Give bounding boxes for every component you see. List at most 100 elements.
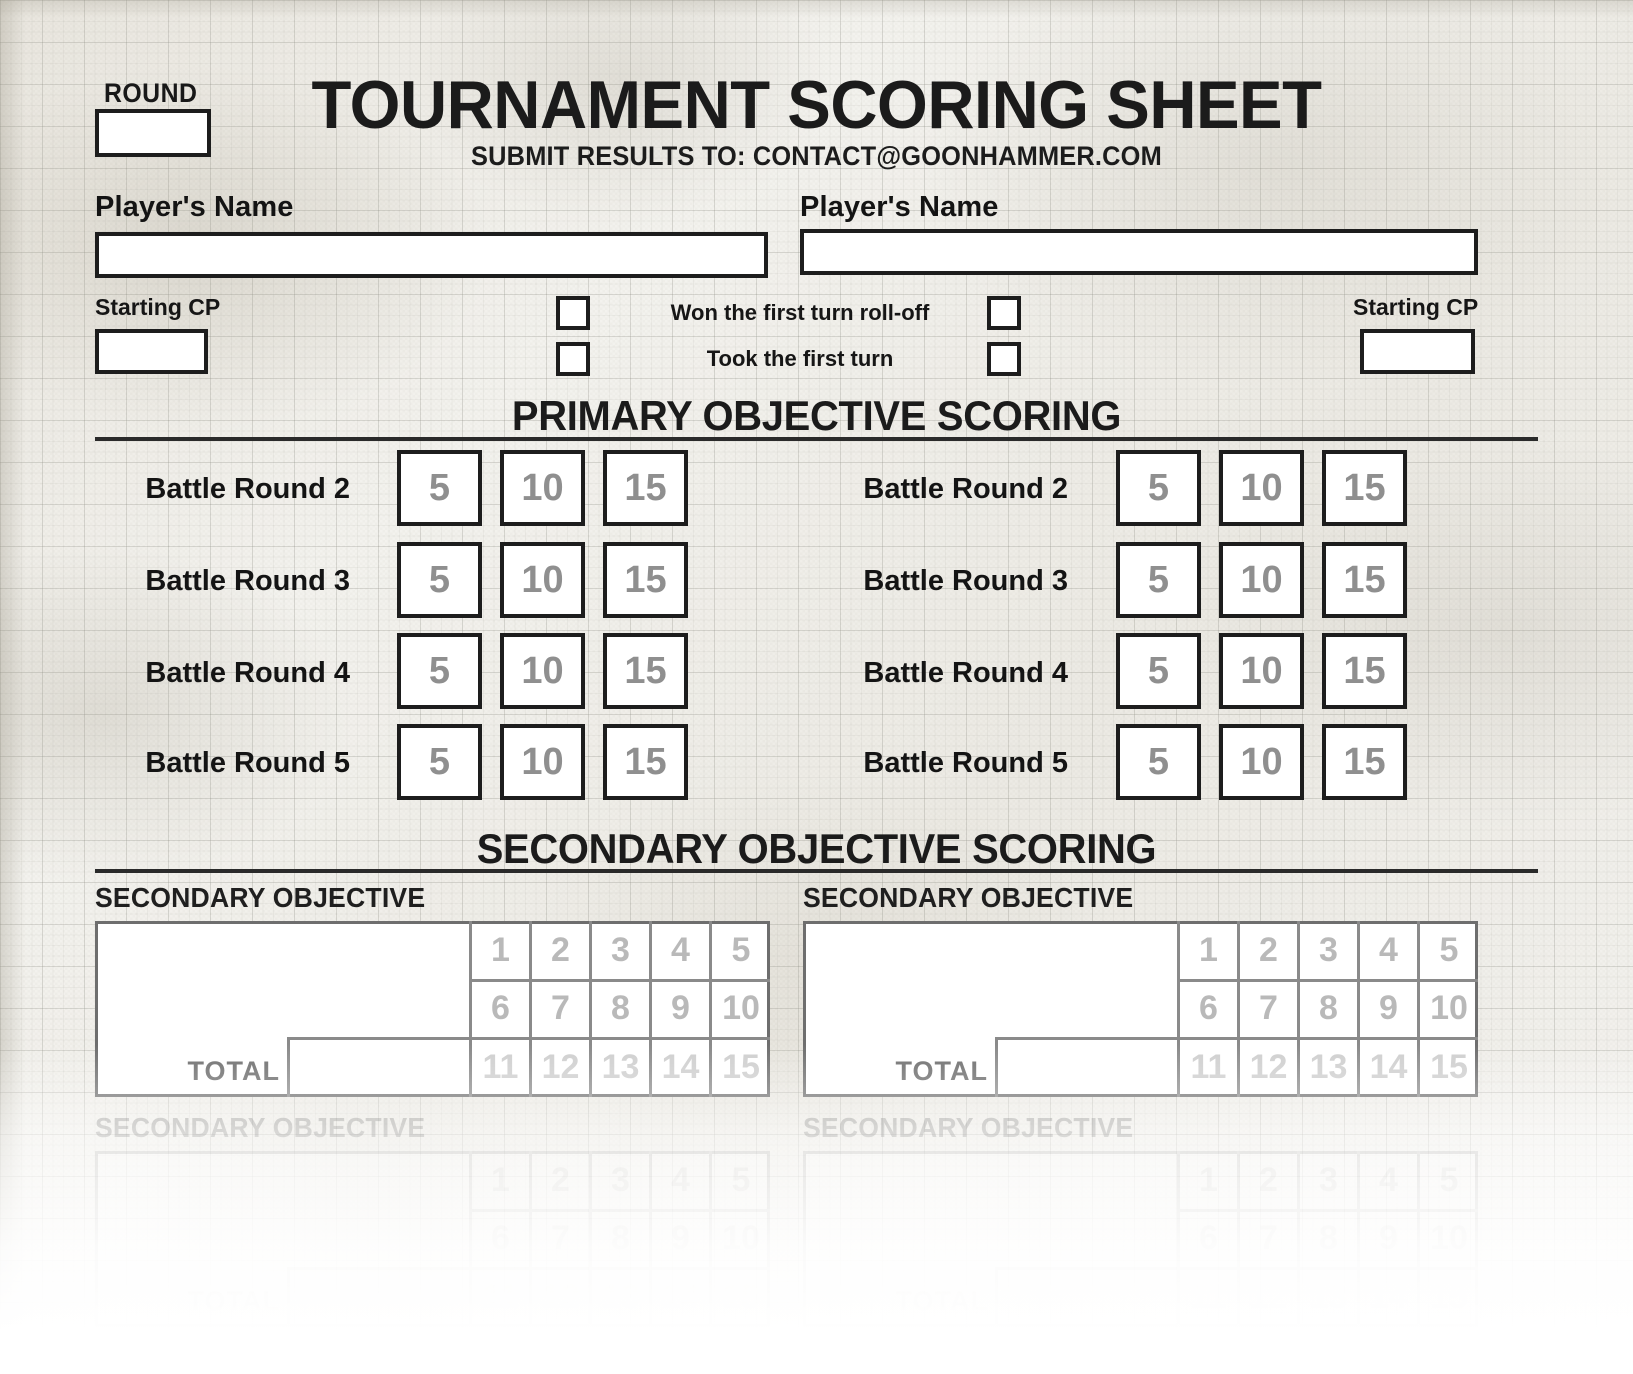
primary-right-r5-score-10[interactable]: 10 xyxy=(1219,724,1304,800)
secondary-left-b1-n7[interactable]: 7 xyxy=(529,979,589,1037)
secondary-right-b2-n6[interactable]: 6 xyxy=(1177,1209,1237,1267)
player-left-took-first-turn-checkbox[interactable] xyxy=(556,342,590,376)
secondary-right-b2-n4[interactable]: 4 xyxy=(1357,1151,1417,1209)
secondary-left-b1-n14[interactable]: 14 xyxy=(649,1037,709,1097)
secondary-left-b2-n3[interactable]: 3 xyxy=(589,1151,649,1209)
primary-left-r3-score-10[interactable]: 10 xyxy=(500,542,585,618)
secondary-right-b1-n5[interactable]: 5 xyxy=(1417,921,1478,979)
secondary-right-b1-n12[interactable]: 12 xyxy=(1237,1037,1297,1097)
primary-right-r2-score-5[interactable]: 5 xyxy=(1116,450,1201,526)
secondary-right-block1-objective-input[interactable] xyxy=(806,924,1174,1094)
primary-left-r3-score-15[interactable]: 15 xyxy=(603,542,688,618)
primary-left-r5-score-15[interactable]: 15 xyxy=(603,724,688,800)
secondary-right-b2-n10[interactable]: 10 xyxy=(1417,1209,1478,1267)
primary-right-r2-score-10[interactable]: 10 xyxy=(1219,450,1304,526)
player-right-cp-input[interactable] xyxy=(1360,329,1475,374)
secondary-left-b1-n9[interactable]: 9 xyxy=(649,979,709,1037)
secondary-left-b2-n13[interactable]: 13 xyxy=(589,1267,649,1327)
primary-right-r3-score-15[interactable]: 15 xyxy=(1322,542,1407,618)
secondary-left-b2-n4[interactable]: 4 xyxy=(649,1151,709,1209)
secondary-right-b1-n4[interactable]: 4 xyxy=(1357,921,1417,979)
secondary-left-b1-n11[interactable]: 11 xyxy=(469,1037,529,1097)
secondary-left-b2-n10[interactable]: 10 xyxy=(709,1209,770,1267)
secondary-left-b2-n5[interactable]: 5 xyxy=(709,1151,770,1209)
primary-right-r4-score-5[interactable]: 5 xyxy=(1116,633,1201,709)
secondary-right-b1-n1[interactable]: 1 xyxy=(1177,921,1237,979)
primary-right-r3-score-10[interactable]: 10 xyxy=(1219,542,1304,618)
secondary-right-b1-n14[interactable]: 14 xyxy=(1357,1037,1417,1097)
player-left-name-input[interactable] xyxy=(95,232,768,278)
secondary-left-b2-n15[interactable]: 15 xyxy=(709,1267,770,1327)
secondary-left-b2-n9[interactable]: 9 xyxy=(649,1209,709,1267)
primary-left-r2-score-15[interactable]: 15 xyxy=(603,450,688,526)
secondary-right-b1-n10[interactable]: 10 xyxy=(1417,979,1478,1037)
secondary-right-b2-n7[interactable]: 7 xyxy=(1237,1209,1297,1267)
secondary-left-b1-n4[interactable]: 4 xyxy=(649,921,709,979)
primary-left-r4-score-5[interactable]: 5 xyxy=(397,633,482,709)
secondary-right-b1-n2[interactable]: 2 xyxy=(1237,921,1297,979)
secondary-right-b2-n14[interactable]: 14 xyxy=(1357,1267,1417,1327)
secondary-left-b1-n2[interactable]: 2 xyxy=(529,921,589,979)
primary-right-r4-score-15[interactable]: 15 xyxy=(1322,633,1407,709)
secondary-left-b1-n8[interactable]: 8 xyxy=(589,979,649,1037)
secondary-left-b1-n3[interactable]: 3 xyxy=(589,921,649,979)
primary-left-r5-score-5[interactable]: 5 xyxy=(397,724,482,800)
secondary-left-block1-objective-input[interactable] xyxy=(98,924,466,1094)
secondary-left-b1-n12[interactable]: 12 xyxy=(529,1037,589,1097)
secondary-right-b1-n15[interactable]: 15 xyxy=(1417,1037,1478,1097)
secondary-section-divider xyxy=(95,869,1538,873)
primary-left-row-label-1: Battle Round 3 xyxy=(145,565,350,597)
player-left-cp-input[interactable] xyxy=(95,329,208,374)
primary-right-r3-score-5[interactable]: 5 xyxy=(1116,542,1201,618)
secondary-right-b2-n13[interactable]: 13 xyxy=(1297,1267,1357,1327)
secondary-right-b1-n11[interactable]: 11 xyxy=(1177,1037,1237,1097)
secondary-left-b1-n13[interactable]: 13 xyxy=(589,1037,649,1097)
secondary-left-b1-n10[interactable]: 10 xyxy=(709,979,770,1037)
secondary-left-b1-n5[interactable]: 5 xyxy=(709,921,770,979)
primary-left-r3-score-5[interactable]: 5 xyxy=(397,542,482,618)
primary-left-r4-score-15[interactable]: 15 xyxy=(603,633,688,709)
secondary-right-b1-n6[interactable]: 6 xyxy=(1177,979,1237,1037)
primary-right-r2-score-15[interactable]: 15 xyxy=(1322,450,1407,526)
secondary-right-b1-n13[interactable]: 13 xyxy=(1297,1037,1357,1097)
secondary-section-title: SECONDARY OBJECTIVE SCORING xyxy=(476,825,1157,872)
player-right-name-input[interactable] xyxy=(800,229,1478,275)
secondary-right-b2-n1[interactable]: 1 xyxy=(1177,1151,1237,1209)
secondary-right-b1-n3[interactable]: 3 xyxy=(1297,921,1357,979)
player-right-took-first-turn-checkbox[interactable] xyxy=(987,342,1021,376)
primary-left-r2-score-5[interactable]: 5 xyxy=(397,450,482,526)
secondary-right-b2-n12[interactable]: 12 xyxy=(1237,1267,1297,1327)
secondary-right-b2-n9[interactable]: 9 xyxy=(1357,1209,1417,1267)
primary-right-r5-score-5[interactable]: 5 xyxy=(1116,724,1201,800)
player-left-won-rolloff-checkbox[interactable] xyxy=(556,296,590,330)
primary-left-r5-score-10[interactable]: 10 xyxy=(500,724,585,800)
primary-left-r2-score-10[interactable]: 10 xyxy=(500,450,585,526)
secondary-left-b2-n12[interactable]: 12 xyxy=(529,1267,589,1327)
secondary-left-b2-n8[interactable]: 8 xyxy=(589,1209,649,1267)
player-right-won-rolloff-checkbox[interactable] xyxy=(987,296,1021,330)
secondary-left-b2-n2[interactable]: 2 xyxy=(529,1151,589,1209)
secondary-right-b1-n8[interactable]: 8 xyxy=(1297,979,1357,1037)
secondary-right-b2-n3[interactable]: 3 xyxy=(1297,1151,1357,1209)
primary-left-r4-score-10[interactable]: 10 xyxy=(500,633,585,709)
secondary-left-b2-n6[interactable]: 6 xyxy=(469,1209,529,1267)
secondary-right-b2-n11[interactable]: 11 xyxy=(1177,1267,1237,1327)
secondary-right-b2-n2[interactable]: 2 xyxy=(1237,1151,1297,1209)
secondary-left-b2-n14[interactable]: 14 xyxy=(649,1267,709,1327)
secondary-left-b1-n15[interactable]: 15 xyxy=(709,1037,770,1097)
secondary-left-b1-n6[interactable]: 6 xyxy=(469,979,529,1037)
primary-right-r5-score-15[interactable]: 15 xyxy=(1322,724,1407,800)
secondary-right-b2-n5[interactable]: 5 xyxy=(1417,1151,1478,1209)
secondary-left-block1-label: SECONDARY OBJECTIVE xyxy=(95,882,426,913)
secondary-right-b2-n8[interactable]: 8 xyxy=(1297,1209,1357,1267)
player-left-cp-label: Starting CP xyxy=(95,294,221,320)
secondary-right-b1-n7[interactable]: 7 xyxy=(1237,979,1297,1037)
secondary-right-b1-n9[interactable]: 9 xyxy=(1357,979,1417,1037)
secondary-left-b2-n7[interactable]: 7 xyxy=(529,1209,589,1267)
secondary-left-b2-n11[interactable]: 11 xyxy=(469,1267,529,1327)
primary-right-row-label-1: Battle Round 3 xyxy=(863,565,1068,597)
secondary-left-b1-n1[interactable]: 1 xyxy=(469,921,529,979)
secondary-right-b2-n15[interactable]: 15 xyxy=(1417,1267,1478,1327)
secondary-left-b2-n1[interactable]: 1 xyxy=(469,1151,529,1209)
primary-right-r4-score-10[interactable]: 10 xyxy=(1219,633,1304,709)
